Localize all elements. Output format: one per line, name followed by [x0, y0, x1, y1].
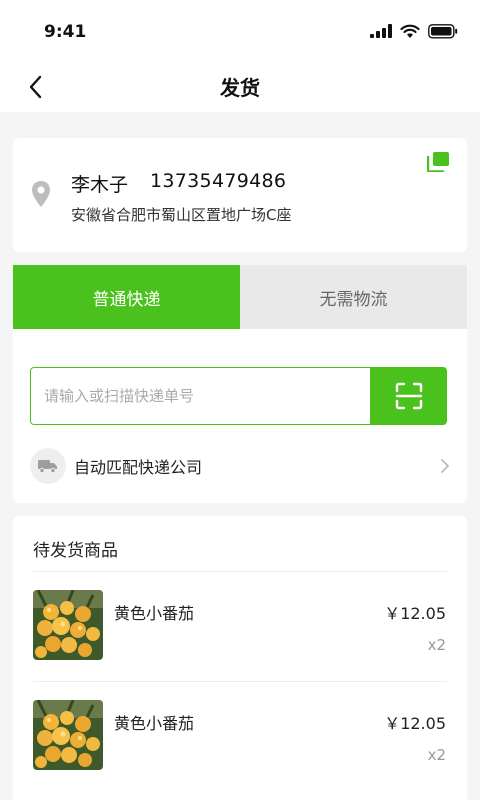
product-price: ￥12.05: [384, 714, 446, 733]
address-card[interactable]: 李木子 13735479486 安徽省合肥市蜀山区置地广场C座: [13, 138, 467, 252]
nav-bar: 发货: [0, 60, 480, 112]
tracking-number-input[interactable]: [30, 367, 370, 425]
status-time: 9:41: [44, 22, 87, 42]
screen: 9:41 发货 李木子 13735479486 安徽省合肥市蜀山区置地广场C座 …: [0, 0, 480, 800]
shipping-tabs: 普通快递 无需物流: [13, 265, 467, 329]
battery-icon: [428, 23, 458, 39]
recipient-name: 李木子: [71, 174, 129, 196]
product-price: ￥12.05: [384, 604, 446, 623]
scan-icon: [395, 382, 422, 410]
shipping-card: 普通快递 无需物流 请输入或扫描快递单号 自动匹配快递公司: [13, 265, 467, 503]
product-name: 黄色小番茄: [114, 714, 195, 733]
tab-normal-express[interactable]: 普通快递: [13, 265, 240, 329]
goods-section-title: 待发货商品: [33, 541, 118, 561]
product-quantity: x2: [427, 636, 446, 654]
status-bar: 9:41: [0, 0, 480, 60]
page-title: 发货: [220, 76, 260, 100]
tracking-row: [30, 367, 447, 425]
product-image: [33, 700, 103, 770]
goods-item[interactable]: 黄色小番茄 ￥12.05 x2: [13, 682, 467, 792]
auto-match-courier[interactable]: 自动匹配快递公司: [30, 447, 450, 485]
product-quantity: x2: [427, 746, 446, 764]
product-image: [33, 590, 103, 660]
location-pin-icon: [32, 181, 50, 207]
product-name: 黄色小番茄: [114, 604, 195, 623]
tab-no-logistics[interactable]: 无需物流: [240, 265, 467, 329]
recipient-phone: 13735479486: [150, 170, 287, 192]
wifi-icon: [400, 24, 420, 38]
goods-item[interactable]: 黄色小番茄 ￥12.05 x2: [13, 572, 467, 682]
auto-match-label: 自动匹配快递公司: [74, 458, 203, 477]
scan-button[interactable]: [370, 367, 447, 425]
status-icons: [370, 22, 458, 40]
pending-goods-card: 待发货商品 黄色小番茄 ￥12.05 x2 黄色小番茄 ￥12.05 x2: [13, 516, 467, 800]
recipient-address: 安徽省合肥市蜀山区置地广场C座: [71, 206, 292, 224]
cellular-signal-icon: [370, 24, 392, 38]
truck-icon: [38, 460, 57, 473]
truck-icon-wrap: [30, 448, 66, 484]
chevron-right-icon: [441, 459, 449, 473]
copy-icon[interactable]: [427, 152, 449, 172]
